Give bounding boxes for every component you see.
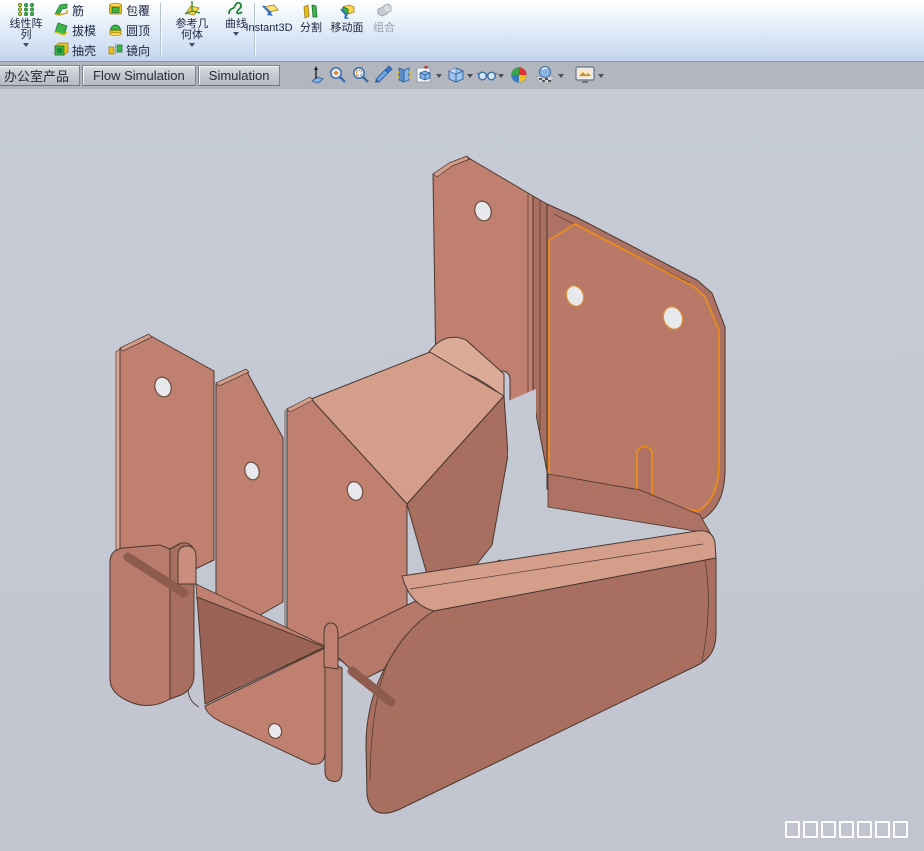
draft-button[interactable]: 拔模 <box>54 21 96 40</box>
instant3d-label: Instant3D <box>245 23 292 34</box>
hide-show-items-icon[interactable] <box>477 65 497 90</box>
instant3d-button[interactable]: Instant3D <box>242 3 296 34</box>
shell-label: 抽壳 <box>72 42 96 59</box>
model-canvas <box>0 0 924 851</box>
reference-geometry-icon <box>182 1 202 19</box>
display-style-icon[interactable] <box>446 65 466 90</box>
tab-office-products[interactable]: 办公室产品 <box>0 65 80 86</box>
combine-icon <box>375 3 393 23</box>
shell-button[interactable]: 抽壳 <box>54 41 96 60</box>
edit-appearance-icon[interactable] <box>509 65 529 90</box>
sheet-metal-bracket-model <box>110 156 725 813</box>
split-icon <box>302 3 320 23</box>
move-face-button[interactable]: 移动面 <box>326 3 368 34</box>
instant3d-icon <box>258 3 280 23</box>
split-button[interactable]: 分割 <box>296 3 326 34</box>
tab-flow-label: Flow Simulation <box>93 68 185 83</box>
view-orientation-icon[interactable] <box>415 65 435 90</box>
linear-pattern-dropdown-icon[interactable] <box>23 43 29 47</box>
dome-icon <box>108 22 123 39</box>
tab-office-label: 办公室产品 <box>4 66 69 85</box>
mirror-label: 镜向 <box>126 42 150 59</box>
draft-label: 拔模 <box>72 22 96 39</box>
mirror-button[interactable]: 镜向 <box>108 41 150 60</box>
linear-pattern-label2: 列 <box>21 30 32 41</box>
linear-pattern-button[interactable]: 线性阵 列 <box>2 2 50 47</box>
tab-simulation[interactable]: Simulation <box>198 65 281 86</box>
apply-scene-dropdown-icon[interactable] <box>558 74 564 78</box>
reference-geometry-dropdown-icon[interactable] <box>189 43 195 47</box>
wrap-label: 包覆 <box>126 2 150 19</box>
view-orientation-dropdown-icon[interactable] <box>436 74 442 78</box>
view-settings-dropdown-icon[interactable] <box>598 74 604 78</box>
dome-button[interactable]: 圆顶 <box>108 21 150 40</box>
rib-label: 筋 <box>72 2 84 19</box>
dome-label: 圆顶 <box>126 22 150 39</box>
combine-button[interactable]: 组合 <box>368 3 400 34</box>
normal-to-icon[interactable] <box>306 65 326 90</box>
graphics-area[interactable] <box>0 88 924 851</box>
mirror-icon <box>108 42 123 59</box>
watermark-placeholder-glyphs <box>785 821 908 838</box>
rib-icon <box>54 2 69 19</box>
apply-scene-icon[interactable] <box>534 65 556 90</box>
reference-geometry-button[interactable]: 参考几 何体 <box>166 1 218 47</box>
selected-face[interactable] <box>549 224 719 511</box>
tab-flow-simulation[interactable]: Flow Simulation <box>82 65 196 86</box>
display-style-dropdown-icon[interactable] <box>467 74 473 78</box>
move-face-label: 移动面 <box>331 23 364 34</box>
move-face-icon <box>337 3 357 23</box>
hide-show-dropdown-icon[interactable] <box>498 74 504 78</box>
curves-dropdown-icon[interactable] <box>233 32 239 36</box>
rotate-view-icon[interactable] <box>394 65 414 90</box>
split-label: 分割 <box>300 23 322 34</box>
toolbar-separator <box>160 3 161 57</box>
features-toolbar: 线性阵 列 筋 拔模 抽壳 包覆 圆顶 镜 <box>0 0 924 62</box>
tab-simulation-label: Simulation <box>209 68 270 83</box>
zoom-to-area-icon[interactable] <box>328 65 348 90</box>
view-settings-icon[interactable] <box>574 65 596 90</box>
wrap-button[interactable]: 包覆 <box>108 1 150 20</box>
section-view-icon[interactable] <box>373 65 393 90</box>
wrap-icon <box>108 2 123 19</box>
zoom-to-fit-icon[interactable] <box>351 65 371 90</box>
rib-button[interactable]: 筋 <box>54 1 84 20</box>
linear-pattern-icon <box>17 2 35 19</box>
shell-icon <box>54 42 69 59</box>
draft-icon <box>54 22 69 39</box>
combine-label: 组合 <box>373 23 395 34</box>
reference-geometry-label2: 何体 <box>181 30 203 41</box>
